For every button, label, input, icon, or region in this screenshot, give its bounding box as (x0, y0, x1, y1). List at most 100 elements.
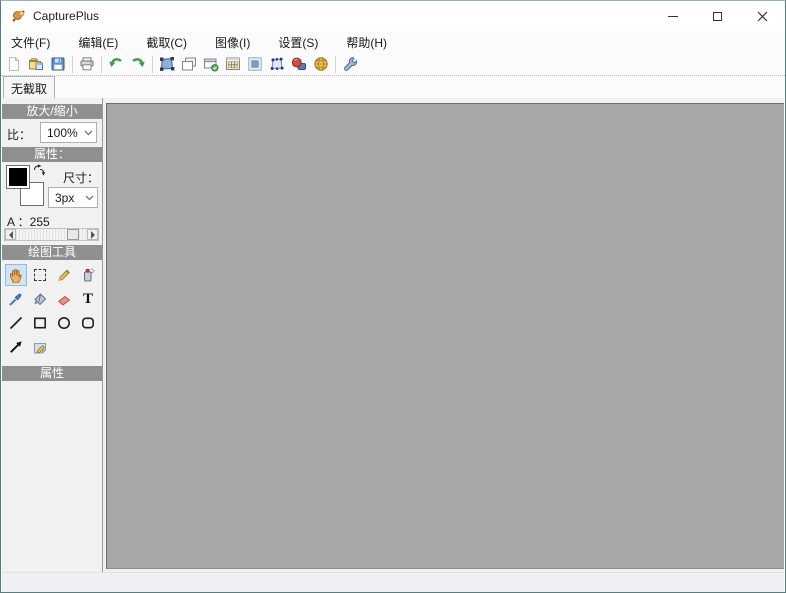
spray-tool-button[interactable] (77, 264, 99, 286)
ellipse-tool-icon (58, 317, 70, 329)
save-icon (51, 57, 65, 71)
capture-active-window-icon (204, 58, 219, 72)
chevron-down-icon (82, 188, 97, 207)
slider-right-arrow[interactable] (87, 229, 98, 240)
status-bar (2, 572, 784, 592)
menu-file[interactable]: 文件(F) (3, 31, 58, 54)
capture-window-icon (182, 57, 196, 71)
redo-button[interactable] (127, 54, 149, 75)
undo-button[interactable] (105, 54, 127, 75)
text-tool-button[interactable]: T (77, 288, 99, 310)
note-tool-icon (34, 343, 46, 354)
capture-active-window-button[interactable] (200, 54, 222, 75)
toolbar-separator (335, 55, 336, 73)
minimize-button[interactable] (650, 1, 695, 31)
redo-icon (132, 58, 145, 67)
rounded-rectangle-tool-icon (81, 317, 94, 329)
swap-colors-icon[interactable] (32, 163, 46, 177)
line-tool-button[interactable] (5, 312, 27, 334)
capture-web-button[interactable] (310, 54, 332, 75)
print-button[interactable] (76, 54, 98, 75)
zoom-ratio-label: 比： (7, 128, 32, 142)
app-window: CapturePlus 文件(F) 编辑(E) 截取(C) 图像(I) 设置(S… (0, 0, 786, 593)
tab-no-capture[interactable]: 无截取 (3, 76, 56, 98)
arrow-tool-icon (10, 341, 22, 353)
settings-wrench-icon (344, 57, 358, 71)
toolbar-separator (152, 55, 153, 73)
spray-tool-icon (84, 268, 95, 282)
pen-tool-button[interactable] (53, 264, 75, 286)
new-file-icon (9, 57, 19, 71)
capture-canvas[interactable] (106, 103, 784, 569)
slider-track[interactable] (16, 229, 87, 240)
maximize-icon (713, 11, 722, 21)
capture-polygon-icon (270, 57, 284, 70)
app-icon (12, 10, 25, 22)
menu-settings[interactable]: 设置(S) (270, 31, 326, 54)
title-bar: CapturePlus (1, 1, 785, 31)
tab-strip: 无截取 (1, 76, 785, 98)
capture-fullscreen-button[interactable] (244, 54, 266, 75)
capture-window-button[interactable] (178, 54, 200, 75)
new-file-button[interactable] (3, 54, 25, 75)
window-controls (650, 1, 785, 31)
close-icon (757, 11, 768, 21)
capture-control-button[interactable] (222, 54, 244, 75)
chevron-down-icon (81, 123, 96, 142)
size-label: 尺寸： (62, 171, 99, 185)
toolbar-separator (101, 55, 102, 73)
note-tool-button[interactable] (29, 336, 51, 358)
capture-objects-button[interactable] (288, 54, 310, 75)
save-button[interactable] (47, 54, 69, 75)
capture-objects-icon (291, 57, 306, 70)
toolbar-separator (72, 55, 73, 73)
size-select[interactable]: 3px (48, 187, 98, 208)
bottom-properties-header: 属性 (2, 366, 102, 381)
menu-bar: 文件(F) 编辑(E) 截取(C) 图像(I) 设置(S) 帮助(H) (1, 31, 785, 53)
select-tool-button[interactable] (29, 264, 51, 286)
minimize-icon (667, 15, 678, 17)
open-file-button[interactable] (25, 54, 47, 75)
eraser-tool-button[interactable] (53, 288, 75, 310)
arrow-tool-button[interactable] (5, 336, 27, 358)
triangle-right-icon (90, 230, 95, 239)
window-title: CapturePlus (33, 9, 100, 23)
close-button[interactable] (740, 1, 785, 31)
capture-fullscreen-icon (248, 57, 262, 71)
ellipse-tool-button[interactable] (53, 312, 75, 334)
slider-left-arrow[interactable] (5, 229, 16, 240)
menu-capture[interactable]: 截取(C) (138, 31, 195, 54)
hand-tool-button[interactable] (5, 264, 27, 286)
zoom-ratio-select[interactable]: 100% (40, 122, 97, 143)
sidebar: 放大/缩小 比： 100% 属性： 尺寸： 3px A ：255 绘图工具 T … (2, 98, 103, 572)
text-tool-icon: T (82, 290, 93, 307)
zoom-section-header: 放大/缩小 (2, 104, 102, 119)
fill-tool-icon (34, 293, 47, 306)
foreground-color-swatch[interactable] (6, 165, 30, 189)
select-tool-icon (34, 269, 46, 281)
eyedropper-tool-icon (9, 293, 22, 306)
menu-edit[interactable]: 编辑(E) (70, 31, 126, 54)
eraser-tool-icon (57, 295, 71, 306)
capture-polygon-button[interactable] (266, 54, 288, 75)
menu-image[interactable]: 图像(I) (207, 31, 258, 54)
capture-region-icon (160, 57, 175, 71)
hand-tool-icon (10, 269, 22, 283)
undo-icon (109, 58, 122, 67)
line-tool-icon (9, 316, 23, 330)
pen-tool-icon (58, 269, 70, 281)
properties-section-header: 属性： (2, 147, 102, 162)
rectangle-tool-button[interactable] (29, 312, 51, 334)
rounded-rectangle-tool-button[interactable] (77, 312, 99, 334)
fill-tool-button[interactable] (29, 288, 51, 310)
maximize-button[interactable] (695, 1, 740, 31)
print-icon (80, 57, 94, 71)
alpha-slider[interactable] (4, 228, 99, 241)
capture-control-icon (226, 57, 240, 70)
eyedropper-tool-button[interactable] (5, 288, 27, 310)
capture-region-button[interactable] (156, 54, 178, 75)
settings-button[interactable] (339, 54, 361, 75)
tools-section-header: 绘图工具 (2, 245, 102, 260)
slider-thumb[interactable] (67, 229, 80, 240)
menu-help[interactable]: 帮助(H) (338, 31, 395, 54)
